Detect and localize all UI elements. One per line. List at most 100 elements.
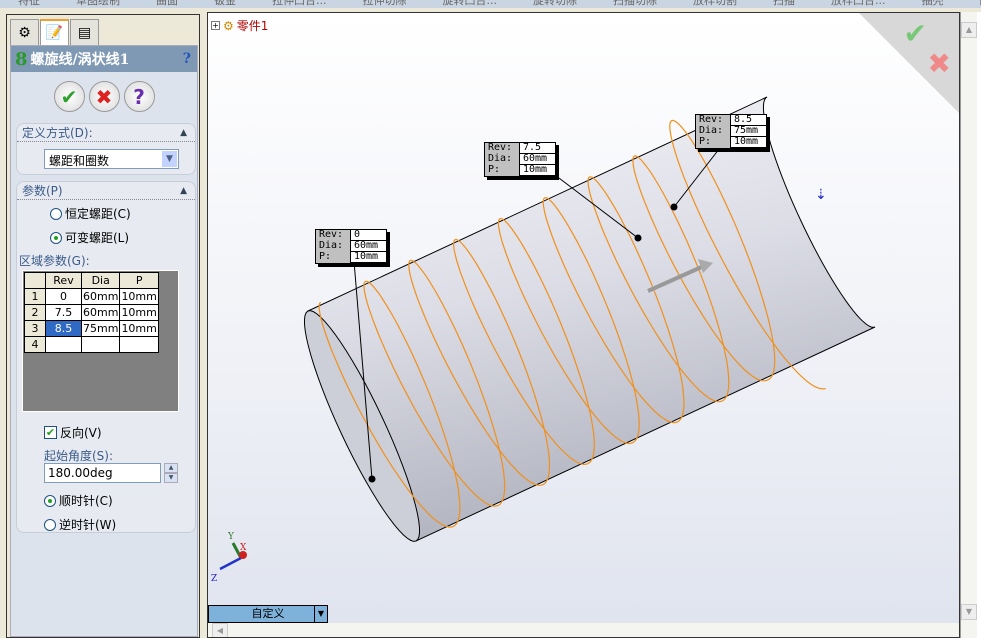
table-row: 3 8.5 75mm 10mm bbox=[24, 320, 159, 337]
row-header[interactable]: 2 bbox=[24, 304, 46, 321]
spin-down-icon[interactable]: ▼ bbox=[164, 473, 178, 483]
spin-up-icon[interactable]: ▲ bbox=[164, 463, 178, 473]
define-by-select[interactable]: 螺距和圈数 ▼ bbox=[44, 149, 179, 169]
scroll-left-icon[interactable]: ◀ bbox=[212, 623, 228, 637]
toolbar-item[interactable]: 拉伸凸台... bbox=[254, 0, 345, 8]
column-header[interactable]: P bbox=[119, 272, 159, 289]
define-by-label: 定义方式(D): bbox=[22, 126, 93, 140]
callout-rev-0[interactable]: Rev: 0 Dia: 60mm P: 10mm bbox=[315, 229, 387, 264]
radio-circle[interactable] bbox=[44, 494, 56, 507]
chevron-down-icon[interactable]: ▼ bbox=[314, 606, 327, 622]
region-params-label: 区域参数(G): bbox=[19, 254, 90, 268]
reverse-checkbox[interactable]: ✔ 反向(V) bbox=[44, 424, 102, 441]
constant-pitch-radio[interactable]: 恒定螺距(C) bbox=[50, 205, 131, 222]
callout-rev-7-5[interactable]: Rev: 7.5 Dia: 60mm P: 10mm bbox=[484, 142, 556, 177]
callout-rev-8-5[interactable]: Rev: 8.5 Dia: 75mm P: 10mm bbox=[695, 114, 767, 149]
parameters-group: 参数(P) ▲ 恒定螺距(C) 可变螺距(L) 区域参数(G): Rev Dia P 1… bbox=[16, 181, 196, 533]
horizontal-scrollbar[interactable]: ◀ bbox=[208, 623, 959, 637]
ok-button[interactable]: ✔ bbox=[53, 81, 85, 112]
check-icon[interactable]: ✔ bbox=[44, 426, 57, 439]
table-row: 1 0 60mm 10mm bbox=[24, 288, 159, 305]
task-pane: ▲ ▼ bbox=[960, 12, 981, 638]
table-cell[interactable]: 10mm bbox=[119, 288, 159, 305]
helix-control-point bbox=[670, 203, 678, 211]
table-cell[interactable]: 10mm bbox=[119, 320, 159, 337]
help-icon[interactable]: ? bbox=[183, 51, 191, 67]
confirm-cancel-icon[interactable]: ✖ bbox=[928, 47, 951, 80]
region-params-table: Rev Dia P 1 0 60mm 10mm 2 7.5 60mm 10mm 3 8.5 75mm 10m… bbox=[22, 270, 179, 412]
callout-value[interactable]: 10mm bbox=[350, 252, 386, 263]
clockwise-radio[interactable]: 顺时针(C) bbox=[44, 492, 113, 509]
scroll-up-icon[interactable]: ▲ bbox=[961, 22, 977, 38]
triad-y-label: Y bbox=[227, 532, 235, 542]
table-cell[interactable]: 8.5 bbox=[45, 320, 82, 337]
collapse-icon[interactable]: ▲ bbox=[180, 186, 187, 196]
toolbar-item[interactable]: 旋转凸台... bbox=[425, 0, 516, 8]
cancel-button[interactable]: ✖ bbox=[88, 81, 120, 112]
view-orientation-select[interactable]: 自定义 ▼ bbox=[208, 605, 328, 623]
toolbar-item[interactable]: 扫描切除 bbox=[595, 0, 675, 8]
parameters-label: 参数(P) bbox=[22, 184, 63, 198]
toolbar-item[interactable]: 放样凸台... bbox=[813, 0, 904, 8]
toolbar-item[interactable]: 拉伸切除 bbox=[345, 0, 425, 8]
table-cell[interactable] bbox=[119, 336, 159, 353]
tab-configuration-manager[interactable]: ▤ bbox=[70, 19, 99, 45]
help-button[interactable]: ? bbox=[123, 81, 155, 112]
row-header[interactable]: 4 bbox=[24, 336, 46, 353]
triad-z-label: Z bbox=[211, 574, 217, 584]
toolbar-item[interactable]: 草图绘制 bbox=[58, 0, 138, 8]
row-header[interactable]: 3 bbox=[24, 320, 46, 337]
toolbar-item[interactable]: 放样切割 bbox=[675, 0, 755, 8]
variable-pitch-radio[interactable]: 可变螺距(L) bbox=[50, 229, 129, 246]
origin-marker: ⇣ bbox=[815, 187, 827, 203]
scroll-down-icon[interactable]: ▼ bbox=[961, 604, 977, 620]
triad-z-axis bbox=[219, 556, 242, 571]
table-cell[interactable] bbox=[80, 336, 121, 353]
table-cell[interactable]: 60mm bbox=[80, 304, 121, 321]
collapse-icon[interactable]: ▲ bbox=[180, 128, 187, 138]
part-icon: ⚙ bbox=[223, 18, 234, 33]
cylinder-model[interactable]: YX Z ⇣ bbox=[208, 13, 960, 638]
toolbar-item[interactable]: 旋转切除 bbox=[515, 0, 595, 8]
vertical-scrollbar[interactable]: ▲ ▼ bbox=[961, 12, 977, 638]
table-cell[interactable]: 7.5 bbox=[45, 304, 82, 321]
chevron-down-icon[interactable]: ▼ bbox=[162, 151, 177, 167]
callout-key: P: bbox=[319, 251, 332, 262]
part-name: 零件1 bbox=[236, 19, 269, 33]
feature-tree-item[interactable]: + ⚙ 零件1 bbox=[211, 17, 268, 34]
radio-circle[interactable] bbox=[50, 231, 62, 244]
radio-circle[interactable] bbox=[50, 207, 62, 220]
clockwise-label: 顺时针(C) bbox=[59, 494, 113, 508]
radio-circle[interactable] bbox=[44, 518, 56, 531]
column-header[interactable]: Dia bbox=[80, 272, 121, 289]
toolbar-item[interactable]: 曲面 bbox=[138, 0, 196, 8]
table-cell[interactable]: 60mm bbox=[80, 288, 121, 305]
toolbar-item[interactable]: 抽壳 bbox=[904, 0, 962, 8]
table-cell[interactable]: 75mm bbox=[80, 320, 121, 337]
table-cell[interactable]: 10mm bbox=[119, 304, 159, 321]
expand-icon[interactable]: + bbox=[211, 21, 220, 30]
define-by-group: 定义方式(D): ▲ 螺距和圈数 ▼ bbox=[16, 123, 196, 175]
triad-x-label: X bbox=[240, 543, 247, 553]
graphics-viewport[interactable]: Y X Z ⇣ + ⚙ 零件1 ✔ ✖ Rev: 0 Dia: 60mm P: 10mm Rev: 7… bbox=[207, 12, 960, 638]
callout-value[interactable]: 10mm bbox=[730, 137, 766, 148]
callout-value[interactable]: 10mm bbox=[519, 165, 555, 176]
counterclockwise-radio[interactable]: 逆时针(W) bbox=[44, 516, 116, 533]
column-header[interactable]: Rev bbox=[45, 272, 82, 289]
start-angle-spinner[interactable]: ▲ ▼ bbox=[164, 463, 178, 483]
toolbar-item[interactable]: 特征 bbox=[0, 0, 58, 8]
toolbar-item[interactable]: 圆角 bbox=[962, 0, 981, 8]
tab-property-manager[interactable]: 📝 bbox=[40, 19, 69, 45]
table-cell[interactable]: 0 bbox=[45, 288, 82, 305]
left-panel: ⚙ 📝 ▤ 8 螺旋线/涡状线1 ? ✔ ✖ ? 定义方式(D): ▲ 螺距和圈数… bbox=[6, 14, 200, 638]
table-corner bbox=[24, 272, 46, 289]
row-header[interactable]: 1 bbox=[24, 288, 46, 305]
confirm-ok-icon[interactable]: ✔ bbox=[904, 17, 927, 50]
table-cell[interactable] bbox=[45, 336, 82, 353]
toolbar-item[interactable]: 扫描 bbox=[755, 0, 813, 8]
start-angle-input[interactable]: 180.00deg bbox=[44, 463, 161, 483]
tab-feature-manager[interactable]: ⚙ bbox=[10, 19, 39, 45]
toolbar-item[interactable]: 钣金 bbox=[196, 0, 254, 8]
helix-control-point bbox=[368, 475, 376, 483]
counterclockwise-label: 逆时针(W) bbox=[59, 518, 117, 532]
